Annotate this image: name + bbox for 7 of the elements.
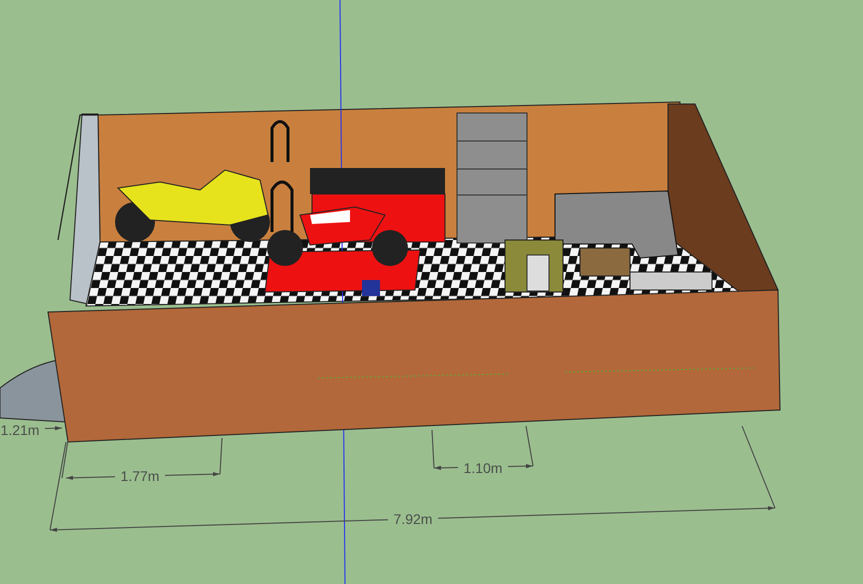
dimension-label: 7.92m	[394, 511, 432, 527]
door-swing-shape	[0, 360, 66, 422]
dimension-label: 1.77m	[120, 468, 160, 484]
wooden-table	[580, 248, 630, 276]
engine-drawing	[526, 254, 550, 292]
dimension-label: 1.10m	[464, 460, 502, 476]
dimension-label: 1.21m	[0, 422, 40, 438]
